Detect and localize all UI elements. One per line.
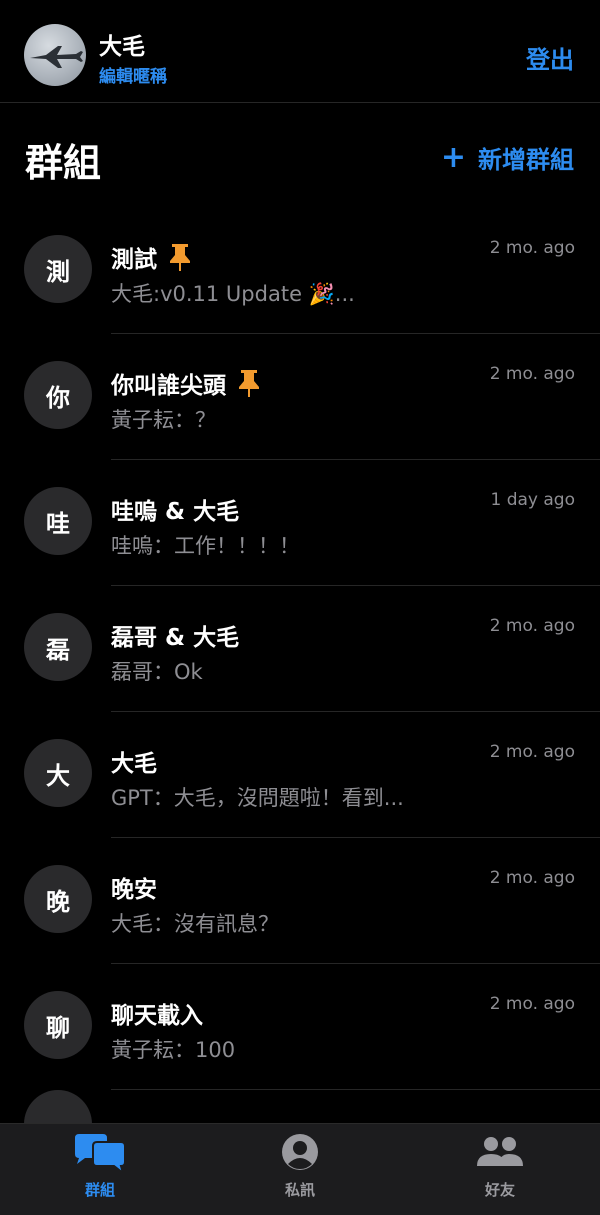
tab-label: 好友 <box>484 1181 515 1199</box>
timestamp: 2 mo. ago <box>489 994 575 1014</box>
person-circle-icon <box>200 1132 400 1176</box>
group-name-row: 聊天載入 <box>111 996 203 1030</box>
timestamp: 1 day ago <box>490 490 575 510</box>
group-avatar: 測 <box>24 235 92 303</box>
group-name-row: 哇嗚 & 大毛 <box>111 492 239 526</box>
tab-bar: 群組 私訊 好友 <box>0 1123 600 1215</box>
group-name: 大毛 <box>111 751 157 777</box>
people-icon <box>400 1132 600 1176</box>
last-message: 哇嗚：工作！！！！ <box>111 534 300 558</box>
pin-icon <box>170 244 190 271</box>
last-message: 黃子耘：？ <box>111 408 216 432</box>
logout-button[interactable]: 登出 <box>526 40 574 75</box>
tab-messages[interactable]: 私訊 <box>200 1124 400 1215</box>
group-avatar: 大 <box>24 739 92 807</box>
list-item[interactable]: 大 大毛 GPT：大毛，沒問題啦！看到... 2 mo. ago <box>0 712 600 838</box>
chat-list: 測 測試 大毛:v0.11 Update 🎉... 2 mo. ago 你 你叫… <box>0 208 600 1090</box>
edit-nickname-link[interactable]: 編輯暱稱 <box>99 62 167 87</box>
group-name: 聊天載入 <box>111 1003 203 1029</box>
last-message: 大毛:v0.11 Update 🎉... <box>111 282 355 306</box>
add-group-button[interactable]: + 新增群組 <box>441 140 574 175</box>
add-group-label: 新增群組 <box>478 146 574 174</box>
group-name-row: 大毛 <box>111 744 157 778</box>
divider <box>111 1089 600 1090</box>
group-avatar: 哇 <box>24 487 92 555</box>
plus-icon: + <box>440 139 466 175</box>
profile-name: 大毛 <box>99 34 145 60</box>
app-root: 大毛 編輯暱稱 登出 群組 + 新增群組 測 測試 大毛:v0.11 Updat… <box>0 0 600 1215</box>
timestamp: 2 mo. ago <box>489 364 575 384</box>
timestamp: 2 mo. ago <box>489 238 575 258</box>
list-item[interactable]: 你 你叫誰尖頭 黃子耘：？ 2 mo. ago <box>0 334 600 460</box>
group-name-row: 晚安 <box>111 870 157 904</box>
group-avatar: 你 <box>24 361 92 429</box>
tab-label: 群組 <box>84 1181 115 1199</box>
list-item[interactable]: 測 測試 大毛:v0.11 Update 🎉... 2 mo. ago <box>0 208 600 334</box>
list-item[interactable]: 晚 晚安 大毛：沒有訊息？ 2 mo. ago <box>0 838 600 964</box>
group-avatar: 晚 <box>24 865 92 933</box>
pin-icon <box>239 370 259 397</box>
list-item[interactable]: 磊 磊哥 & 大毛 磊哥：Ok 2 mo. ago <box>0 586 600 712</box>
group-name: 你叫誰尖頭 <box>111 373 226 399</box>
tab-label: 私訊 <box>284 1181 315 1199</box>
timestamp: 2 mo. ago <box>489 742 575 762</box>
group-avatar: 聊 <box>24 991 92 1059</box>
chat-bubbles-icon <box>0 1132 200 1176</box>
tab-groups[interactable]: 群組 <box>0 1124 200 1215</box>
group-name-row: 你叫誰尖頭 <box>111 366 262 400</box>
timestamp: 2 mo. ago <box>489 616 575 636</box>
page-title: 群組 <box>25 141 102 185</box>
last-message: 黃子耘：100 <box>111 1038 236 1062</box>
group-name-row: 磊哥 & 大毛 <box>111 618 239 652</box>
group-avatar: 磊 <box>24 613 92 681</box>
group-name: 磊哥 & 大毛 <box>111 625 240 651</box>
list-item[interactable]: 聊 聊天載入 黃子耘：100 2 mo. ago <box>0 964 600 1090</box>
last-message: 磊哥：Ok <box>111 660 203 684</box>
group-name-row: 測試 <box>111 240 193 274</box>
list-item[interactable]: 哇 哇嗚 & 大毛 哇嗚：工作！！！！ 1 day ago <box>0 460 600 586</box>
timestamp: 2 mo. ago <box>489 868 575 888</box>
group-name: 測試 <box>111 247 157 273</box>
group-name: 晚安 <box>111 877 157 903</box>
profile-header: 大毛 編輯暱稱 登出 <box>0 0 600 103</box>
tab-friends[interactable]: 好友 <box>400 1124 600 1215</box>
avatar[interactable] <box>24 24 86 86</box>
last-message: 大毛：沒有訊息？ <box>111 912 279 936</box>
jet-icon <box>30 46 83 68</box>
last-message: GPT：大毛，沒問題啦！看到... <box>111 786 404 810</box>
group-name: 哇嗚 & 大毛 <box>111 499 240 525</box>
